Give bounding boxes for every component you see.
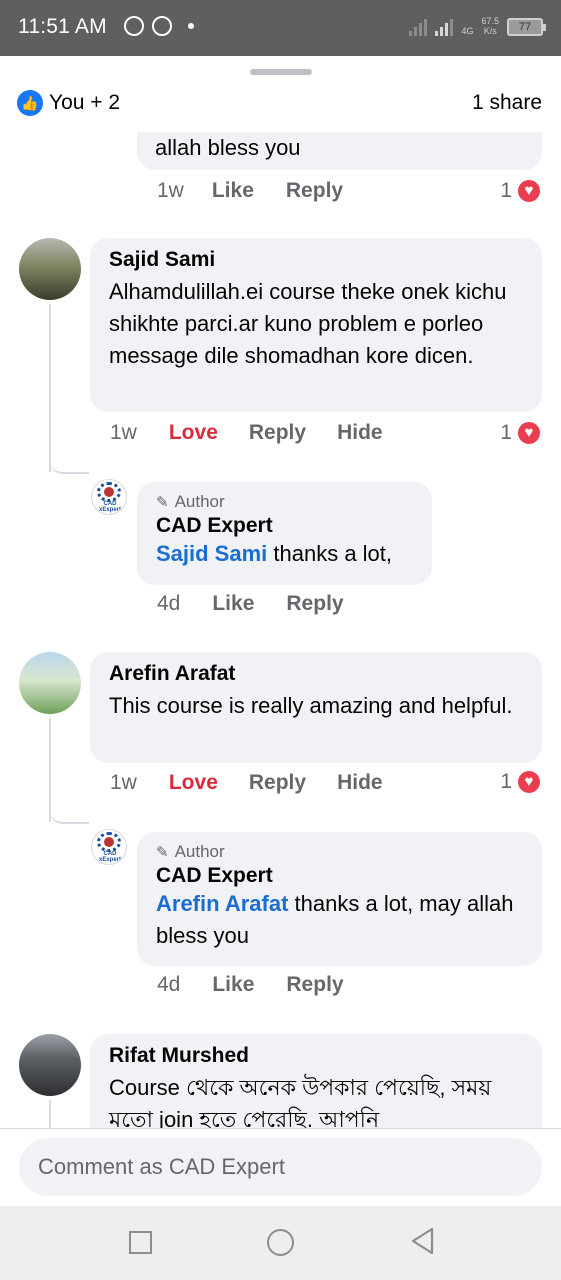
avatar[interactable]: CAD xExpert [91, 479, 127, 515]
thread-elbow [49, 432, 89, 474]
like-button[interactable]: Like [212, 592, 254, 616]
reaction-count[interactable]: 1 ♥ [500, 420, 542, 446]
pencil-icon: ✎ [156, 494, 169, 511]
comment-composer [0, 1128, 561, 1206]
comment-bubble[interactable]: Rifat Murshed Course থেকে অনেক উপকার পেয… [90, 1034, 542, 1130]
author-badge: ✎ Author [156, 492, 413, 512]
logo-center [104, 837, 114, 847]
comment-bubble[interactable]: Arefin Arafat This course is really amaz… [90, 652, 542, 763]
like-button[interactable]: Like [212, 179, 254, 203]
love-button[interactable]: Love [169, 421, 218, 445]
comment-actions: 1w Love Reply Hide [110, 771, 383, 795]
love-button[interactable]: Love [169, 771, 218, 795]
avatar[interactable] [19, 1034, 81, 1096]
system-indicators: 4G 67.5 K/s 77 [409, 14, 546, 36]
comment-author[interactable]: Arefin Arafat [109, 662, 523, 686]
back-button[interactable] [408, 1226, 438, 1256]
shares-count[interactable]: 1 share [472, 91, 542, 115]
reaction-count[interactable]: 1 ♥ [500, 769, 542, 795]
thread-elbow [49, 782, 89, 824]
comment-author[interactable]: Sajid Sami [109, 248, 523, 272]
love-icon: ♥ [516, 178, 542, 204]
love-icon: ♥ [516, 769, 542, 795]
network-speed-value: 67.5 K/s [481, 16, 499, 36]
reply-actions: 4d Like Reply [157, 592, 344, 616]
comment-time: 1w [110, 421, 137, 444]
comments-list: allah bless you 1w Like Reply 1 ♥ Sajid … [0, 132, 561, 1130]
reactions-summary: 👍 You + 2 1 share [0, 86, 561, 126]
reaction-count-value: 1 [500, 421, 512, 444]
battery-level: 77 [518, 21, 532, 33]
comment-bubble[interactable]: allah bless you [137, 132, 542, 170]
author-badge-label: Author [174, 842, 225, 861]
reply-button[interactable]: Reply [286, 179, 343, 203]
reply-text: Sajid Sami thanks a lot, [156, 538, 413, 570]
speed-value: 67.5 [481, 16, 499, 26]
home-button[interactable] [267, 1229, 294, 1256]
reply-author[interactable]: CAD Expert [156, 514, 413, 538]
comment-actions: 1w Love Reply Hide [110, 421, 383, 445]
love-icon: ♥ [516, 420, 542, 446]
notification-icons [124, 16, 194, 36]
signal-icon [409, 14, 428, 36]
comment-text: This course is really amazing and helpfu… [109, 693, 513, 718]
status-time: 11:51 AM [18, 15, 107, 38]
reply-button[interactable]: Reply [249, 771, 306, 795]
comment-bubble[interactable]: Sajid Sami Alhamdulillah.ei course theke… [90, 238, 542, 412]
reply-bubble[interactable]: ✎ Author CAD Expert Arefin Arafat thanks… [137, 832, 542, 966]
whatsapp-icon [152, 16, 172, 36]
reply-bubble[interactable]: ✎ Author CAD Expert Sajid Sami thanks a … [137, 482, 432, 585]
reaction-count-value: 1 [500, 770, 512, 793]
reply-time: 4d [157, 973, 181, 996]
hide-button[interactable]: Hide [337, 771, 383, 795]
comment-author[interactable]: Rifat Murshed [109, 1044, 523, 1068]
reply-text-body: thanks a lot, [267, 541, 393, 566]
author-badge-label: Author [174, 492, 225, 511]
reply-text: Arefin Arafat thanks a lot, may allah bl… [156, 888, 523, 952]
messenger-icon [124, 16, 144, 36]
comment-text: Course থেকে অনেক উপকার পেয়েছি, সময় মতো… [109, 1075, 492, 1130]
comment-input[interactable] [19, 1138, 542, 1196]
network-type: 4G [461, 26, 474, 36]
logo-text: CAD xExpert [98, 851, 121, 863]
comment-actions: 1w Like Reply [157, 179, 343, 203]
reply-button[interactable]: Reply [286, 973, 343, 997]
comment-text: allah bless you [155, 135, 301, 160]
logo-center [104, 487, 114, 497]
battery-icon: 77 [507, 18, 546, 36]
reply-time: 4d [157, 592, 181, 615]
reaction-count[interactable]: 1 ♥ [500, 178, 542, 204]
avatar[interactable]: CAD xExpert [91, 829, 127, 865]
reply-button[interactable]: Reply [249, 421, 306, 445]
reply-actions: 4d Like Reply [157, 973, 344, 997]
thread-line [49, 1100, 51, 1130]
like-button[interactable]: Like [212, 973, 254, 997]
like-icon[interactable]: 👍 [17, 90, 43, 116]
comment-time: 1w [157, 179, 184, 202]
author-badge: ✎ Author [156, 842, 523, 862]
hide-button[interactable]: Hide [337, 421, 383, 445]
status-bar: 11:51 AM 4G 67.5 K/s 77 [0, 0, 561, 56]
drag-handle[interactable] [250, 69, 312, 75]
avatar[interactable] [19, 652, 81, 714]
comments-sheet: 👍 You + 2 1 share allah bless you 1w Lik… [0, 56, 561, 1206]
dot-icon [188, 23, 194, 29]
comment-time: 1w [110, 771, 137, 794]
signal-icon [435, 14, 454, 36]
android-nav-bar [0, 1206, 561, 1280]
recents-button[interactable] [129, 1231, 152, 1254]
speed-unit: K/s [483, 26, 497, 36]
pencil-icon: ✎ [156, 844, 169, 861]
comment-text: Alhamdulillah.ei course theke onek kichu… [109, 279, 507, 368]
avatar[interactable] [19, 238, 81, 300]
reaction-count-value: 1 [500, 179, 512, 202]
network-speed: 4G [461, 26, 473, 36]
reply-author[interactable]: CAD Expert [156, 864, 523, 888]
mention-link[interactable]: Arefin Arafat [156, 891, 288, 916]
reply-button[interactable]: Reply [286, 592, 343, 616]
logo-text: CAD xExpert [98, 501, 121, 513]
reactions-count[interactable]: You + 2 [49, 91, 120, 115]
mention-link[interactable]: Sajid Sami [156, 541, 267, 566]
